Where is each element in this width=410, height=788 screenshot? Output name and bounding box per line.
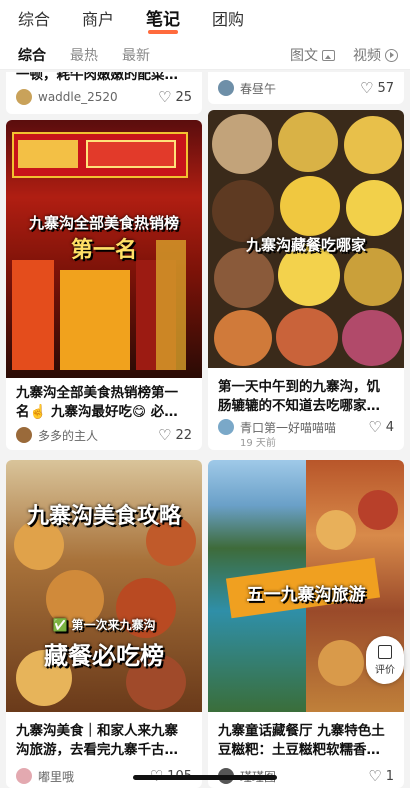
avatar — [218, 80, 234, 96]
tab-merchants[interactable]: 商户 — [82, 10, 114, 30]
avatar — [16, 427, 32, 443]
note-cover-image: 九寨沟全部美食热销榜 第一名 — [6, 120, 202, 378]
cover-overlay-text: ✅ 第一次来九寨沟 — [52, 618, 156, 632]
tab-group-buy[interactable]: 团购 — [212, 10, 244, 30]
filter-video[interactable]: 视频 — [353, 45, 398, 65]
play-icon — [385, 48, 398, 62]
write-review-label: 评价 — [375, 664, 395, 676]
like-count: 4 — [385, 419, 394, 435]
avatar — [218, 419, 234, 435]
note-title-line: 九寨沟全部美食热销榜第一 — [16, 385, 178, 401]
note-title: 一顿，耗牛肉嫩嫩的配菜… — [16, 72, 178, 83]
top-tab-bar: 综合 商户 笔记 团购 — [0, 0, 410, 40]
content-type-filters: 图文 视频 — [290, 40, 398, 70]
note-title-line: 九寨沟美食｜和家人来九寨 — [16, 723, 178, 739]
author-name: 多多的主人 — [38, 428, 99, 443]
note-card[interactable]: 九寨沟藏餐吃哪家 第一天中午到的九寨沟，饥 肠辘辘的不知道去吃哪家… 青口第一好… — [208, 110, 404, 450]
heart-icon: ♡ — [368, 417, 382, 436]
avatar — [16, 768, 32, 784]
note-meta: 春昼午 ♡ 57 — [218, 77, 394, 99]
note-title: 九寨童话藏餐厅 九寨特色土 豆糍粑：土豆糍粑软糯香… — [218, 722, 396, 760]
sort-hottest[interactable]: 最热 — [70, 45, 98, 65]
note-card[interactable]: 五一九寨沟旅游 九寨童话藏餐厅 九寨特色土 豆糍粑：土豆糍粑软糯香… 瑾瑾图 ♡… — [208, 460, 404, 788]
note-card[interactable]: 春昼午 ♡ 57 — [208, 72, 404, 104]
note-cover-image: 九寨沟藏餐吃哪家 — [208, 110, 404, 368]
note-card[interactable]: 一顿，耗牛肉嫩嫩的配菜… waddle_2520 ♡ 25 — [6, 72, 202, 114]
heart-icon: ♡ — [368, 766, 382, 785]
like-count: 57 — [377, 80, 394, 96]
tab-general[interactable]: 综合 — [18, 10, 50, 30]
heart-icon: ♡ — [360, 78, 374, 97]
note-title-line: 豆糍粑：土豆糍粑软糯香… — [218, 742, 380, 758]
note-card[interactable]: 九寨沟全部美食热销榜 第一名 九寨沟全部美食热销榜第一 名☝️ 九寨沟最好吃😋 … — [6, 120, 202, 450]
note-title-line: 名☝️ 九寨沟最好吃😋 必… — [16, 404, 178, 420]
sort-newest[interactable]: 最新 — [122, 45, 150, 65]
tab-notes[interactable]: 笔记 — [146, 10, 180, 34]
note-title: 第一天中午到的九寨沟，饥 肠辘辘的不知道去吃哪家… — [218, 378, 396, 416]
cover-overlay-text: 九寨沟藏餐吃哪家 — [245, 236, 366, 254]
note-title: 九寨沟美食｜和家人来九寨 沟旅游，去看完九寨千古… — [16, 722, 194, 760]
image-icon — [322, 49, 335, 61]
note-title-line: 肠辘辘的不知道去吃哪家… — [218, 398, 380, 414]
filter-image-label: 图文 — [290, 48, 318, 64]
sort-general[interactable]: 综合 — [18, 45, 46, 65]
cover-overlay-text: 九寨沟美食攻略 — [26, 504, 181, 529]
like-button[interactable]: ♡ 25 — [158, 87, 192, 106]
heart-icon: ♡ — [158, 425, 172, 444]
like-button[interactable]: ♡ 1 — [368, 766, 394, 785]
note-title: 九寨沟全部美食热销榜第一 名☝️ 九寨沟最好吃😋 必… — [16, 384, 194, 422]
note-card[interactable]: 九寨沟美食攻略 ✅ 第一次来九寨沟 藏餐必吃榜 九寨沟美食｜和家人来九寨 沟旅游… — [6, 460, 202, 788]
like-count: 25 — [175, 89, 192, 105]
filter-image-text[interactable]: 图文 — [290, 45, 335, 65]
author-name: 春昼午 — [240, 81, 277, 96]
cover-overlay-text: 第一名 — [70, 238, 137, 263]
heart-icon: ♡ — [158, 87, 172, 106]
like-count: 22 — [175, 427, 192, 443]
note-title-line: 第一天中午到的九寨沟，饥 — [218, 379, 380, 395]
edit-icon — [378, 644, 392, 659]
post-time: 19 天前 — [240, 438, 276, 449]
author-name: 青口第一好喵喵喵 — [240, 420, 337, 435]
note-title-line: 九寨童话藏餐厅 九寨特色土 — [218, 723, 385, 739]
cover-overlay-text: 藏餐必吃榜 — [44, 642, 164, 670]
avatar — [16, 89, 32, 105]
note-meta: waddle_2520 ♡ 25 — [16, 86, 192, 108]
note-title-line: 沟旅游，去看完九寨千古… — [16, 742, 178, 758]
cover-overlay-text: 九寨沟全部美食热销榜 — [28, 214, 179, 232]
like-button[interactable]: ♡ 4 — [368, 417, 394, 436]
note-cover-image: 九寨沟美食攻略 ✅ 第一次来九寨沟 藏餐必吃榜 — [6, 460, 202, 712]
sort-bar: 综合 最热 最新 图文 视频 — [0, 40, 410, 70]
home-indicator — [133, 775, 277, 780]
like-count: 1 — [385, 768, 394, 784]
filter-video-label: 视频 — [353, 48, 381, 64]
like-button[interactable]: ♡ 22 — [158, 425, 192, 444]
like-button[interactable]: ♡ 57 — [360, 78, 394, 97]
author-name: waddle_2520 — [38, 90, 118, 104]
cover-overlay-text: 五一九寨沟旅游 — [246, 585, 366, 605]
note-meta: 多多的主人 ♡ 22 — [16, 424, 192, 446]
write-review-button[interactable]: 评价 — [366, 636, 404, 684]
